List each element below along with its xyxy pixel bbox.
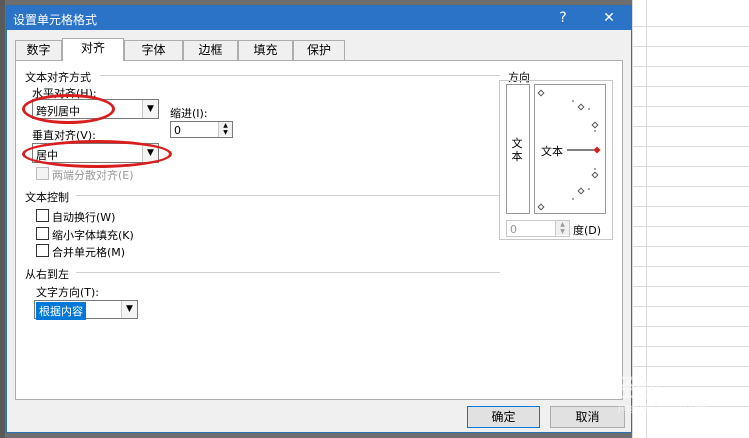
close-button[interactable]: ✕ [597, 9, 621, 27]
rtl-group-label: 从右到左 [25, 268, 69, 281]
indent-value: 0 [174, 124, 181, 137]
group-divider [76, 195, 500, 196]
group-divider [100, 75, 500, 76]
group-divider [76, 272, 500, 273]
merge-cells-checkbox[interactable] [36, 244, 49, 257]
vertical-text-button[interactable]: 文本 [506, 84, 530, 214]
degrees-label: 度(D) [573, 224, 602, 237]
watermark-logo: Bai 经验 [560, 374, 660, 402]
degrees-stepper[interactable]: 0 ▲ ▼ [506, 220, 570, 237]
text-direction-select[interactable]: 根据内容 ▼ [34, 300, 138, 320]
annotation-oval [22, 140, 172, 168]
sheet-left-edge [0, 0, 5, 438]
title-bar[interactable]: 设置单元格格式 ? ✕ [7, 6, 631, 30]
shrink-to-fit-label: 缩小字体填充(K) [52, 229, 134, 242]
indent-label: 缩进(I): [170, 107, 208, 120]
vertical-text-label: 文本 [511, 137, 523, 163]
shrink-to-fit-checkbox[interactable] [36, 227, 49, 240]
text-direction-label: 文字方向(T): [36, 286, 100, 299]
ok-button[interactable]: 确定 [467, 406, 540, 428]
chevron-down-icon[interactable]: ▼ [121, 301, 137, 318]
tab-number[interactable]: 数字 [15, 40, 62, 60]
orientation-dial[interactable]: 文本 [534, 84, 606, 214]
spin-up-icon[interactable]: ▲ [219, 122, 232, 129]
spin-down-icon[interactable]: ▼ [556, 228, 569, 235]
watermark-url: jingyan.baidu.com [618, 403, 711, 414]
wrap-text-checkbox[interactable] [36, 209, 49, 222]
tab-border[interactable]: 边框 [183, 40, 238, 60]
help-button[interactable]: ? [551, 9, 575, 27]
text-alignment-group-label: 文本对齐方式 [25, 71, 91, 84]
degrees-value: 0 [510, 223, 517, 236]
orientation-box: 文本 文本 0 ▲ ▼ 度(D) [499, 80, 613, 240]
tab-font[interactable]: 字体 [124, 40, 183, 60]
text-direction-value: 根据内容 [36, 302, 86, 320]
chevron-down-icon[interactable]: ▼ [142, 100, 158, 118]
dial-text-label: 文本 [541, 145, 563, 158]
tab-fill[interactable]: 填充 [238, 40, 293, 60]
dialog-title: 设置单元格格式 [13, 13, 98, 27]
annotation-oval [22, 94, 115, 124]
justify-distributed-label: 两端分散对齐(E) [52, 169, 134, 182]
format-cells-dialog: 设置单元格格式 ? ✕ 数字 对齐 字体 边框 填充 保护 文本对齐方式 水平对… [6, 5, 632, 433]
wrap-text-label: 自动换行(W) [52, 211, 116, 224]
spin-up-icon[interactable]: ▲ [556, 221, 569, 228]
text-control-group-label: 文本控制 [25, 191, 69, 204]
cancel-button[interactable]: 取消 [550, 406, 625, 428]
tab-protection[interactable]: 保护 [293, 40, 345, 60]
justify-distributed-checkbox[interactable] [36, 167, 49, 180]
tab-alignment[interactable]: 对齐 [62, 38, 124, 61]
merge-cells-label: 合并单元格(M) [52, 246, 126, 259]
indent-stepper[interactable]: 0 ▲ ▼ [170, 121, 233, 138]
spin-down-icon[interactable]: ▼ [219, 129, 232, 136]
